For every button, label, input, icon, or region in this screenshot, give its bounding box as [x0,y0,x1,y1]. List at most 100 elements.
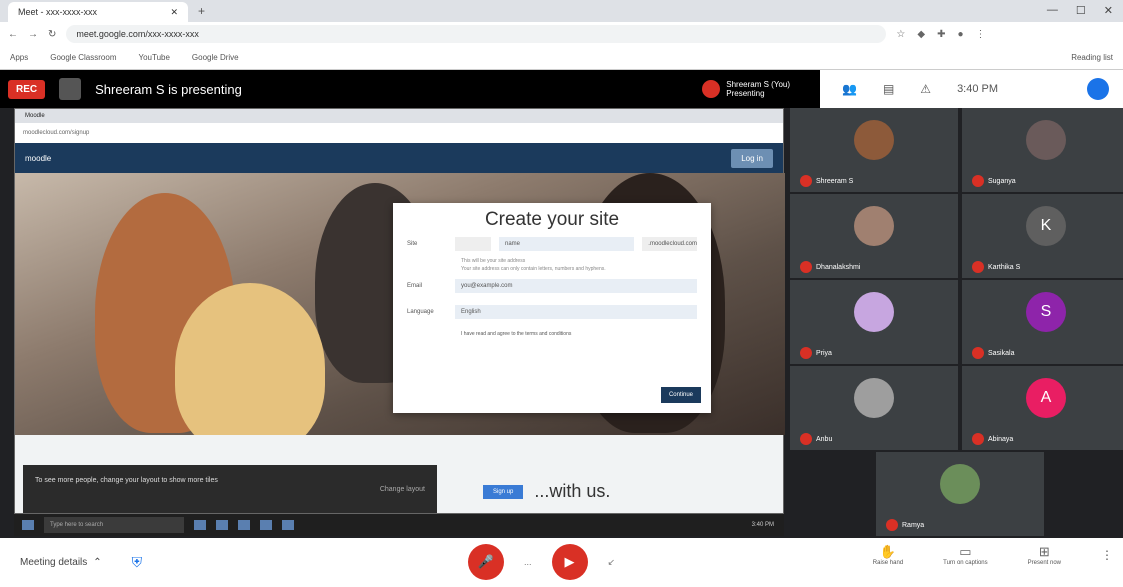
participant-name: Shreeram S [800,175,853,187]
taskbar-app-icon [216,520,228,530]
hand-icon: ✋ [879,544,897,559]
more-options-button[interactable]: ... [524,557,532,567]
captions-label: Turn on captions [943,560,988,566]
top-toolbar: 👥 ▤ ⚠ 3:40 PM [820,70,1123,108]
reload-icon[interactable]: ↻ [48,29,56,40]
raise-hand-label: Raise hand [872,560,904,566]
participant-tile[interactable]: Dhanalakshmi [790,194,958,278]
captions-icon: ▭ [959,544,972,559]
participant-name-text: Sasikala [988,349,1015,357]
site-note: This will be your site address [461,258,526,264]
present-now-button[interactable]: ⊞ Present now [1028,544,1061,566]
account-avatar[interactable] [1087,78,1109,100]
windows-start-icon [22,520,34,530]
site-suffix: .moodlecloud.com [642,237,697,251]
shared-tab: Moodle [15,109,783,123]
participant-name-text: Dhanalakshmi [816,263,861,271]
url-input[interactable]: meet.google.com/xxx-xxxx-xxx [66,25,887,43]
forward-icon[interactable]: → [28,29,38,40]
captions-button[interactable]: ▭ Turn on captions [943,544,987,566]
taskbar-app-icon [238,520,250,530]
mic-off-icon [972,433,984,445]
site-field: name [499,237,635,251]
signup-button: Sign up [483,485,524,500]
participant-avatar [854,206,894,246]
taskbar-clock: 3:40 PM [751,522,774,528]
participant-name: Anbu [800,433,832,445]
participant-tile[interactable]: Priya [790,280,958,364]
change-layout-button[interactable]: Change layout [380,486,425,493]
extension-icons: ☆ ◆ ✚ ● ⋮ [896,29,985,40]
participant-name-text: Priya [816,349,832,357]
close-window-icon[interactable]: ✕ [1104,4,1113,17]
present-now-label: Present now [1027,560,1061,566]
email-field: you@example.com [455,279,697,293]
participant-tile[interactable]: Shreeram S [790,108,958,192]
participant-tile[interactable]: Ramya [876,452,1044,536]
participant-tile[interactable]: Anbu [790,366,958,450]
call-controls: 🎤 ... ▶ ↙ [468,544,615,580]
participant-name-text: Ramya [902,521,925,529]
tab-title: Meet - xxx-xxxx-xxx [18,7,98,17]
close-tab-icon[interactable]: ✕ [170,7,178,18]
participant-name: Dhanalakshmi [800,261,860,273]
bookmarks-bar: Apps Google Classroom YouTube Google Dri… [0,46,1123,70]
layout-toast: To see more people, change your layout t… [23,465,437,513]
taskbar-app-icon [282,520,294,530]
participant-avatar: S [1026,292,1066,332]
puzzle-icon[interactable]: ✚ [937,29,945,40]
participant-tile[interactable]: Suganya [962,108,1123,192]
recording-badge: REC [8,79,46,99]
mic-off-button[interactable]: 🎤 [468,544,504,580]
moodle-header: moodle Log in [15,143,783,173]
minimize-icon[interactable]: — [1047,4,1058,17]
presenter-status: Presenting [726,89,765,98]
bookmark-item[interactable]: Apps [10,53,28,62]
meeting-details-button[interactable]: Meeting details ⌃ [20,557,102,568]
chat-icon[interactable]: ▤ [883,82,894,96]
bookmark-item[interactable]: YouTube [138,53,169,62]
participant-name-text: Shreeram S [816,177,854,185]
more-vert-icon[interactable]: ⋮ [1101,548,1113,562]
maximize-icon[interactable]: ☐ [1076,4,1086,17]
reading-list[interactable]: Reading list [1071,53,1113,62]
activities-icon[interactable]: ⚠ [920,82,931,96]
mic-off-icon [972,175,984,187]
camera-off-button[interactable]: ▶ [551,544,588,580]
bookmark-item[interactable]: Google Classroom [50,53,116,62]
bottom-bar: Meeting details ⌃ ⛨ 🎤 ... ▶ ↙ ✋ Raise han… [0,538,1123,587]
shield-icon[interactable]: ⛨ [132,554,143,571]
back-icon[interactable]: ← [8,29,18,40]
end-call-icon[interactable]: ↙ [608,557,616,568]
taskbar-search: Type here to search [44,517,184,533]
site-note-2: Your site address can only contain lette… [461,266,606,272]
bookmark-star-icon[interactable]: ☆ [896,29,905,40]
raise-hand-button[interactable]: ✋ Raise hand [873,544,903,566]
participant-tile[interactable]: S Sasikala [962,280,1123,364]
site-row: Site name .moodlecloud.com [393,231,711,257]
presenter-chip[interactable]: Shreeram S (You) Presenting [702,80,790,98]
presenter-avatar [702,80,721,98]
browser-tab[interactable]: Meet - xxx-xxxx-xxx ✕ [8,2,188,22]
menu-icon[interactable]: ⋮ [976,29,986,40]
participant-tile[interactable]: K Karthika S [962,194,1123,278]
withus-text: ...with us. [534,481,611,501]
participants-icon[interactable]: 👥 [842,82,857,96]
mic-off-icon [886,519,898,531]
toast-text: To see more people, change your layout t… [35,477,218,484]
profile-icon[interactable]: ● [957,29,963,40]
meet-window: REC Shreeram S is presenting Shreeram S … [0,70,1123,587]
address-bar-row: ← → ↻ meet.google.com/xxx-xxxx-xxx ☆ ◆ ✚… [0,22,1123,46]
taskbar-app-icon [260,520,272,530]
participant-avatar [1026,120,1066,160]
new-tab-button[interactable]: + [198,4,205,18]
participant-name: Suganya [972,175,1016,187]
bookmark-item[interactable]: Google Drive [192,53,239,62]
presentation-bar: REC Shreeram S is presenting Shreeram S … [0,70,820,108]
student-figure [175,283,325,435]
participant-tile[interactable]: A Abinaya [962,366,1123,450]
extension-icon[interactable]: ◆ [917,29,925,40]
mic-off-icon [972,261,984,273]
moodle-logo: moodle [25,153,52,163]
mic-off-icon [972,347,984,359]
